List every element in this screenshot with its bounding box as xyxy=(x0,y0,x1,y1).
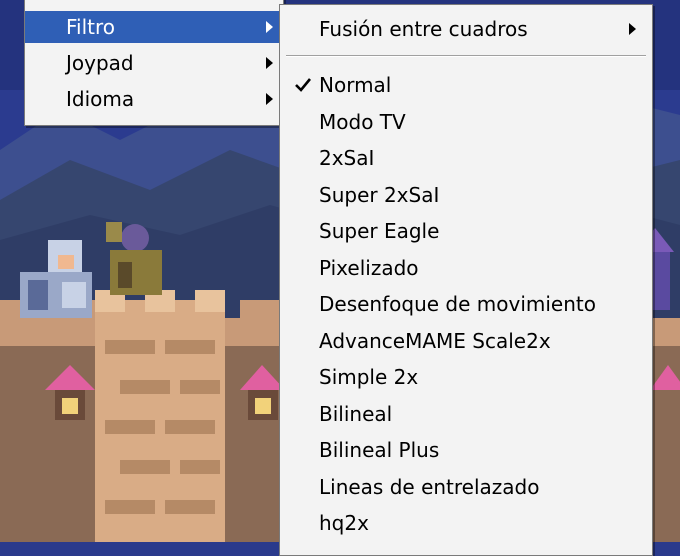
filter-option-advancemame[interactable]: AdvanceMAME Scale2x xyxy=(280,324,652,358)
filter-option-label: Lineas de entrelazado xyxy=(319,475,540,499)
filter-option-bilineal[interactable]: Bilineal xyxy=(280,397,652,431)
filter-option-lineas-entrelazado[interactable]: Lineas de entrelazado xyxy=(280,470,652,504)
filter-option-2xsai[interactable]: 2xSaI xyxy=(280,141,652,175)
filter-option-label: hq2x xyxy=(319,511,369,535)
filter-option-label: Pixelizado xyxy=(319,256,419,280)
filter-option-label: Modo TV xyxy=(319,110,406,134)
filter-option-normal[interactable]: Normal xyxy=(280,68,652,102)
menu-item-fusion-entre-cuadros[interactable]: Fusión entre cuadros xyxy=(280,12,652,46)
menu-item-fusion-label: Fusión entre cuadros xyxy=(319,17,528,41)
filter-submenu: Fusión entre cuadros Normal Modo TV 2xSa… xyxy=(279,4,653,556)
filter-option-super-eagle[interactable]: Super Eagle xyxy=(280,214,652,248)
filter-option-label: Super Eagle xyxy=(319,219,440,243)
menu-item-filtro-label: Filtro xyxy=(66,15,116,39)
menu-separator xyxy=(286,55,646,57)
submenu-arrow-icon xyxy=(266,93,273,105)
menu-item-joypad[interactable]: Joypad xyxy=(25,47,283,79)
filter-option-modo-tv[interactable]: Modo TV xyxy=(280,105,652,139)
filter-option-label: Desenfoque de movimiento xyxy=(319,292,596,316)
filter-option-desenfoque[interactable]: Desenfoque de movimiento xyxy=(280,287,652,321)
main-menu: Filtro Joypad Idioma xyxy=(24,0,284,126)
filter-option-super-2xsai[interactable]: Super 2xSaI xyxy=(280,178,652,212)
menu-item-filtro[interactable]: Filtro xyxy=(25,11,283,43)
filter-option-pixelizado[interactable]: Pixelizado xyxy=(280,251,652,285)
submenu-arrow-icon xyxy=(629,23,636,35)
filter-option-label: Super 2xSaI xyxy=(319,183,440,207)
filter-option-label: Simple 2x xyxy=(319,365,419,389)
menu-item-joypad-label: Joypad xyxy=(66,51,134,75)
submenu-arrow-icon xyxy=(266,57,273,69)
filter-option-simple-2x[interactable]: Simple 2x xyxy=(280,360,652,394)
filter-option-label: Bilineal xyxy=(319,402,393,426)
menu-item-idioma-label: Idioma xyxy=(66,87,135,111)
check-icon xyxy=(295,78,312,92)
menu-item-idioma[interactable]: Idioma xyxy=(25,83,283,115)
filter-option-label: Bilineal Plus xyxy=(319,438,440,462)
filter-option-hq2x[interactable]: hq2x xyxy=(280,506,652,540)
submenu-arrow-icon xyxy=(266,21,273,33)
filter-option-label: AdvanceMAME Scale2x xyxy=(319,329,551,353)
filter-option-label: 2xSaI xyxy=(319,146,375,170)
filter-option-bilineal-plus[interactable]: Bilineal Plus xyxy=(280,433,652,467)
